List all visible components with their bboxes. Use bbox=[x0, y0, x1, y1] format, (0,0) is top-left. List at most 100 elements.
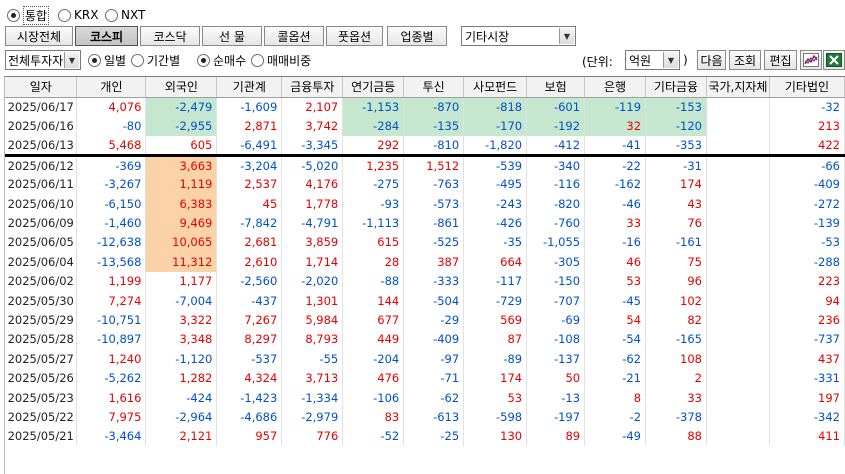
value-cell: -737 bbox=[769, 329, 845, 350]
table-row[interactable]: 2025/05/21 -3,464 2,121 957 776 -52 -25 130 89 -4… bbox=[5, 426, 845, 447]
value-cell: -437 bbox=[216, 290, 283, 311]
value-cell: 144 bbox=[342, 290, 405, 311]
table-row[interactable]: 2025/06/16 -80 -2,955 2,871 3,742 -284 -135 -17… bbox=[5, 116, 845, 136]
table-row[interactable]: 2025/05/29 -10,751 3,322 7,267 5,984 677 -29 56… bbox=[5, 310, 845, 330]
value-cell: -31 bbox=[645, 155, 707, 175]
investor-select[interactable]: 전체투자자 ▼ bbox=[5, 50, 81, 70]
period-radio-range[interactable]: 기간별 bbox=[131, 51, 180, 69]
value-cell: -53 bbox=[769, 232, 845, 253]
tab-industry[interactable]: 업종별 bbox=[387, 26, 447, 46]
value-cell: -409 bbox=[769, 174, 845, 194]
market-radio-krx[interactable]: KRX bbox=[58, 6, 98, 24]
value-cell: -170 bbox=[463, 116, 528, 136]
column-header[interactable]: 은행 bbox=[584, 77, 647, 98]
type-radio-net-buy[interactable]: 순매수 bbox=[197, 51, 246, 69]
value-cell: -88 bbox=[342, 271, 405, 291]
value-cell: -424 bbox=[145, 387, 218, 408]
value-cell: 88 bbox=[645, 426, 707, 447]
column-header[interactable]: 보험 bbox=[526, 77, 586, 98]
column-header[interactable]: 개인 bbox=[76, 77, 147, 98]
market-radio-nxt[interactable]: NXT bbox=[105, 6, 145, 24]
table-row[interactable]: 2025/05/30 7,274 -7,004 -437 1,301 144 -504 -72… bbox=[5, 290, 845, 311]
radio-icon[interactable] bbox=[197, 53, 210, 67]
column-header[interactable]: 국가,지자체 bbox=[706, 77, 770, 98]
other-market-select[interactable]: 기타시장 ▼ bbox=[461, 26, 576, 46]
table-row[interactable]: 2025/05/27 1,240 -1,120 -537 -55 -204 -97 -89 -1… bbox=[5, 349, 845, 369]
value-cell: 7,274 bbox=[76, 290, 147, 311]
value-cell: 8,793 bbox=[281, 329, 344, 350]
excel-export-icon[interactable] bbox=[823, 50, 845, 70]
edit-button[interactable]: 편집 bbox=[764, 50, 797, 70]
radio-icon[interactable] bbox=[88, 53, 101, 67]
tab-call-option[interactable]: 콜옵션 bbox=[264, 26, 324, 46]
column-header[interactable]: 기관계 bbox=[216, 77, 283, 98]
date-cell: 2025/06/11 bbox=[5, 174, 78, 194]
chevron-down-icon[interactable]: ▼ bbox=[559, 28, 574, 44]
table-row[interactable]: 2025/06/13 5,468 605 -6,491 -3,345 292 -810 -1,… bbox=[5, 135, 845, 157]
period-radio-daily[interactable]: 일별 bbox=[88, 51, 126, 69]
table-row[interactable]: 2025/05/23 1,616 -424 -1,423 -1,334 -106 -62 53… bbox=[5, 387, 845, 408]
value-cell: -4,791 bbox=[281, 213, 344, 233]
value-cell: -426 bbox=[463, 213, 528, 233]
value-cell: -93 bbox=[342, 193, 405, 214]
investor-trade-grid[interactable]: 일자 개인 외국인 기관계 금융투자 연기금등 투신 사모펀드 보험 은행 기타금융 국가,지자체 기타… bbox=[4, 76, 845, 474]
column-header[interactable]: 사모펀드 bbox=[463, 77, 528, 98]
table-row[interactable]: 2025/05/22 7,975 -2,964 -4,686 -2,979 83 -613-… bbox=[5, 407, 845, 427]
table-row[interactable]: 2025/06/11 -3,267 1,119 2,537 4,176 -275 -763-… bbox=[5, 174, 845, 194]
date-cell: 2025/06/12 bbox=[5, 155, 78, 175]
date-cell: 2025/05/22 bbox=[5, 407, 78, 427]
table-row[interactable]: 2025/06/02 1,199 1,177 -2,560 -2,020 -88 -333-… bbox=[5, 271, 845, 291]
value-cell: -763 bbox=[403, 174, 465, 194]
value-cell: -45 bbox=[584, 290, 647, 311]
market-radio-integrated[interactable]: 통합 bbox=[7, 5, 50, 25]
value-cell: -21 bbox=[584, 368, 647, 388]
table-row[interactable]: 2025/06/17 4,076 -2,479 -1,609 2,107 -1,153 -8… bbox=[5, 97, 845, 117]
tab-kosdaq[interactable]: 코스닥 bbox=[140, 26, 200, 46]
investor-trade-table: 일자 개인 외국인 기관계 금융투자 연기금등 투신 사모펀드 보험 은행 기타금융 국가,지자체 기타… bbox=[5, 77, 845, 447]
table-row[interactable]: 2025/06/12 -369 3,663 -3,204 -5,020 1,235 1,51… bbox=[5, 155, 845, 175]
value-cell: -2,560 bbox=[216, 271, 283, 291]
value-cell: -108 bbox=[526, 329, 586, 350]
column-header[interactable]: 금융투자 bbox=[281, 77, 344, 98]
value-cell: 1,778 bbox=[281, 193, 344, 214]
value-cell: -89 bbox=[463, 349, 528, 369]
query-button[interactable]: 조회 bbox=[729, 50, 761, 70]
table-row[interactable]: 2025/06/04 -13,568 11,312 2,610 1,714 28 387 66… bbox=[5, 252, 845, 272]
table-row[interactable]: 2025/06/09 -1,460 9,469 -7,842 -4,791 -1,113-… bbox=[5, 213, 845, 233]
table-header-row: 일자 개인 외국인 기관계 금융투자 연기금등 투신 사모펀드 보험 은행 기타금융 국가,지자체 기타… bbox=[5, 77, 845, 98]
column-header[interactable]: 기타법인 bbox=[769, 77, 845, 98]
radio-icon[interactable] bbox=[105, 8, 118, 22]
radio-icon[interactable] bbox=[58, 8, 71, 22]
radio-icon[interactable] bbox=[131, 53, 144, 67]
column-header[interactable]: 외국인 bbox=[145, 77, 218, 98]
value-cell: -537 bbox=[216, 349, 283, 369]
chevron-down-icon[interactable]: ▼ bbox=[663, 52, 678, 68]
tab-kospi[interactable]: 코스피 bbox=[75, 26, 138, 46]
type-radio-label: 순매수 bbox=[213, 53, 247, 68]
value-cell: 174 bbox=[463, 368, 528, 388]
line-chart-icon[interactable] bbox=[800, 50, 822, 70]
radio-icon[interactable] bbox=[251, 53, 264, 67]
investor-select-value: 전체투자자 bbox=[8, 53, 64, 68]
column-header[interactable]: 투신 bbox=[403, 77, 465, 98]
table-row[interactable]: 2025/06/05 -12,638 10,065 2,681 3,859 615 -525… bbox=[5, 232, 845, 253]
table-row[interactable]: 2025/05/26 -5,262 1,282 4,324 3,713 476 -71 174… bbox=[5, 368, 845, 388]
value-cell: -2,955 bbox=[145, 116, 218, 136]
value-cell: -1,820 bbox=[463, 135, 528, 157]
chevron-down-icon[interactable]: ▼ bbox=[64, 52, 79, 68]
column-header[interactable]: 연기금등 bbox=[342, 77, 405, 98]
value-cell: 89 bbox=[526, 426, 586, 447]
table-row[interactable]: 2025/05/28 -10,897 3,348 8,297 8,793 449 -409 8… bbox=[5, 329, 845, 350]
tab-market-all[interactable]: 시장전체 bbox=[5, 26, 73, 46]
table-row[interactable]: 2025/06/10 -6,150 6,383 45 1,778 -93 -573 -243-… bbox=[5, 193, 845, 214]
next-button[interactable]: 다음 bbox=[697, 50, 726, 70]
column-header[interactable]: 일자 bbox=[5, 77, 78, 98]
tab-futures[interactable]: 선 물 bbox=[202, 26, 262, 46]
value-cell: 422 bbox=[769, 135, 845, 157]
radio-icon[interactable] bbox=[7, 8, 20, 22]
value-cell bbox=[706, 271, 770, 291]
type-radio-ratio[interactable]: 매매비중 bbox=[251, 51, 311, 69]
column-header[interactable]: 기타금융 bbox=[645, 77, 707, 98]
unit-select[interactable]: 억원 ▼ bbox=[625, 50, 680, 70]
tab-put-option[interactable]: 풋옵션 bbox=[326, 26, 383, 46]
